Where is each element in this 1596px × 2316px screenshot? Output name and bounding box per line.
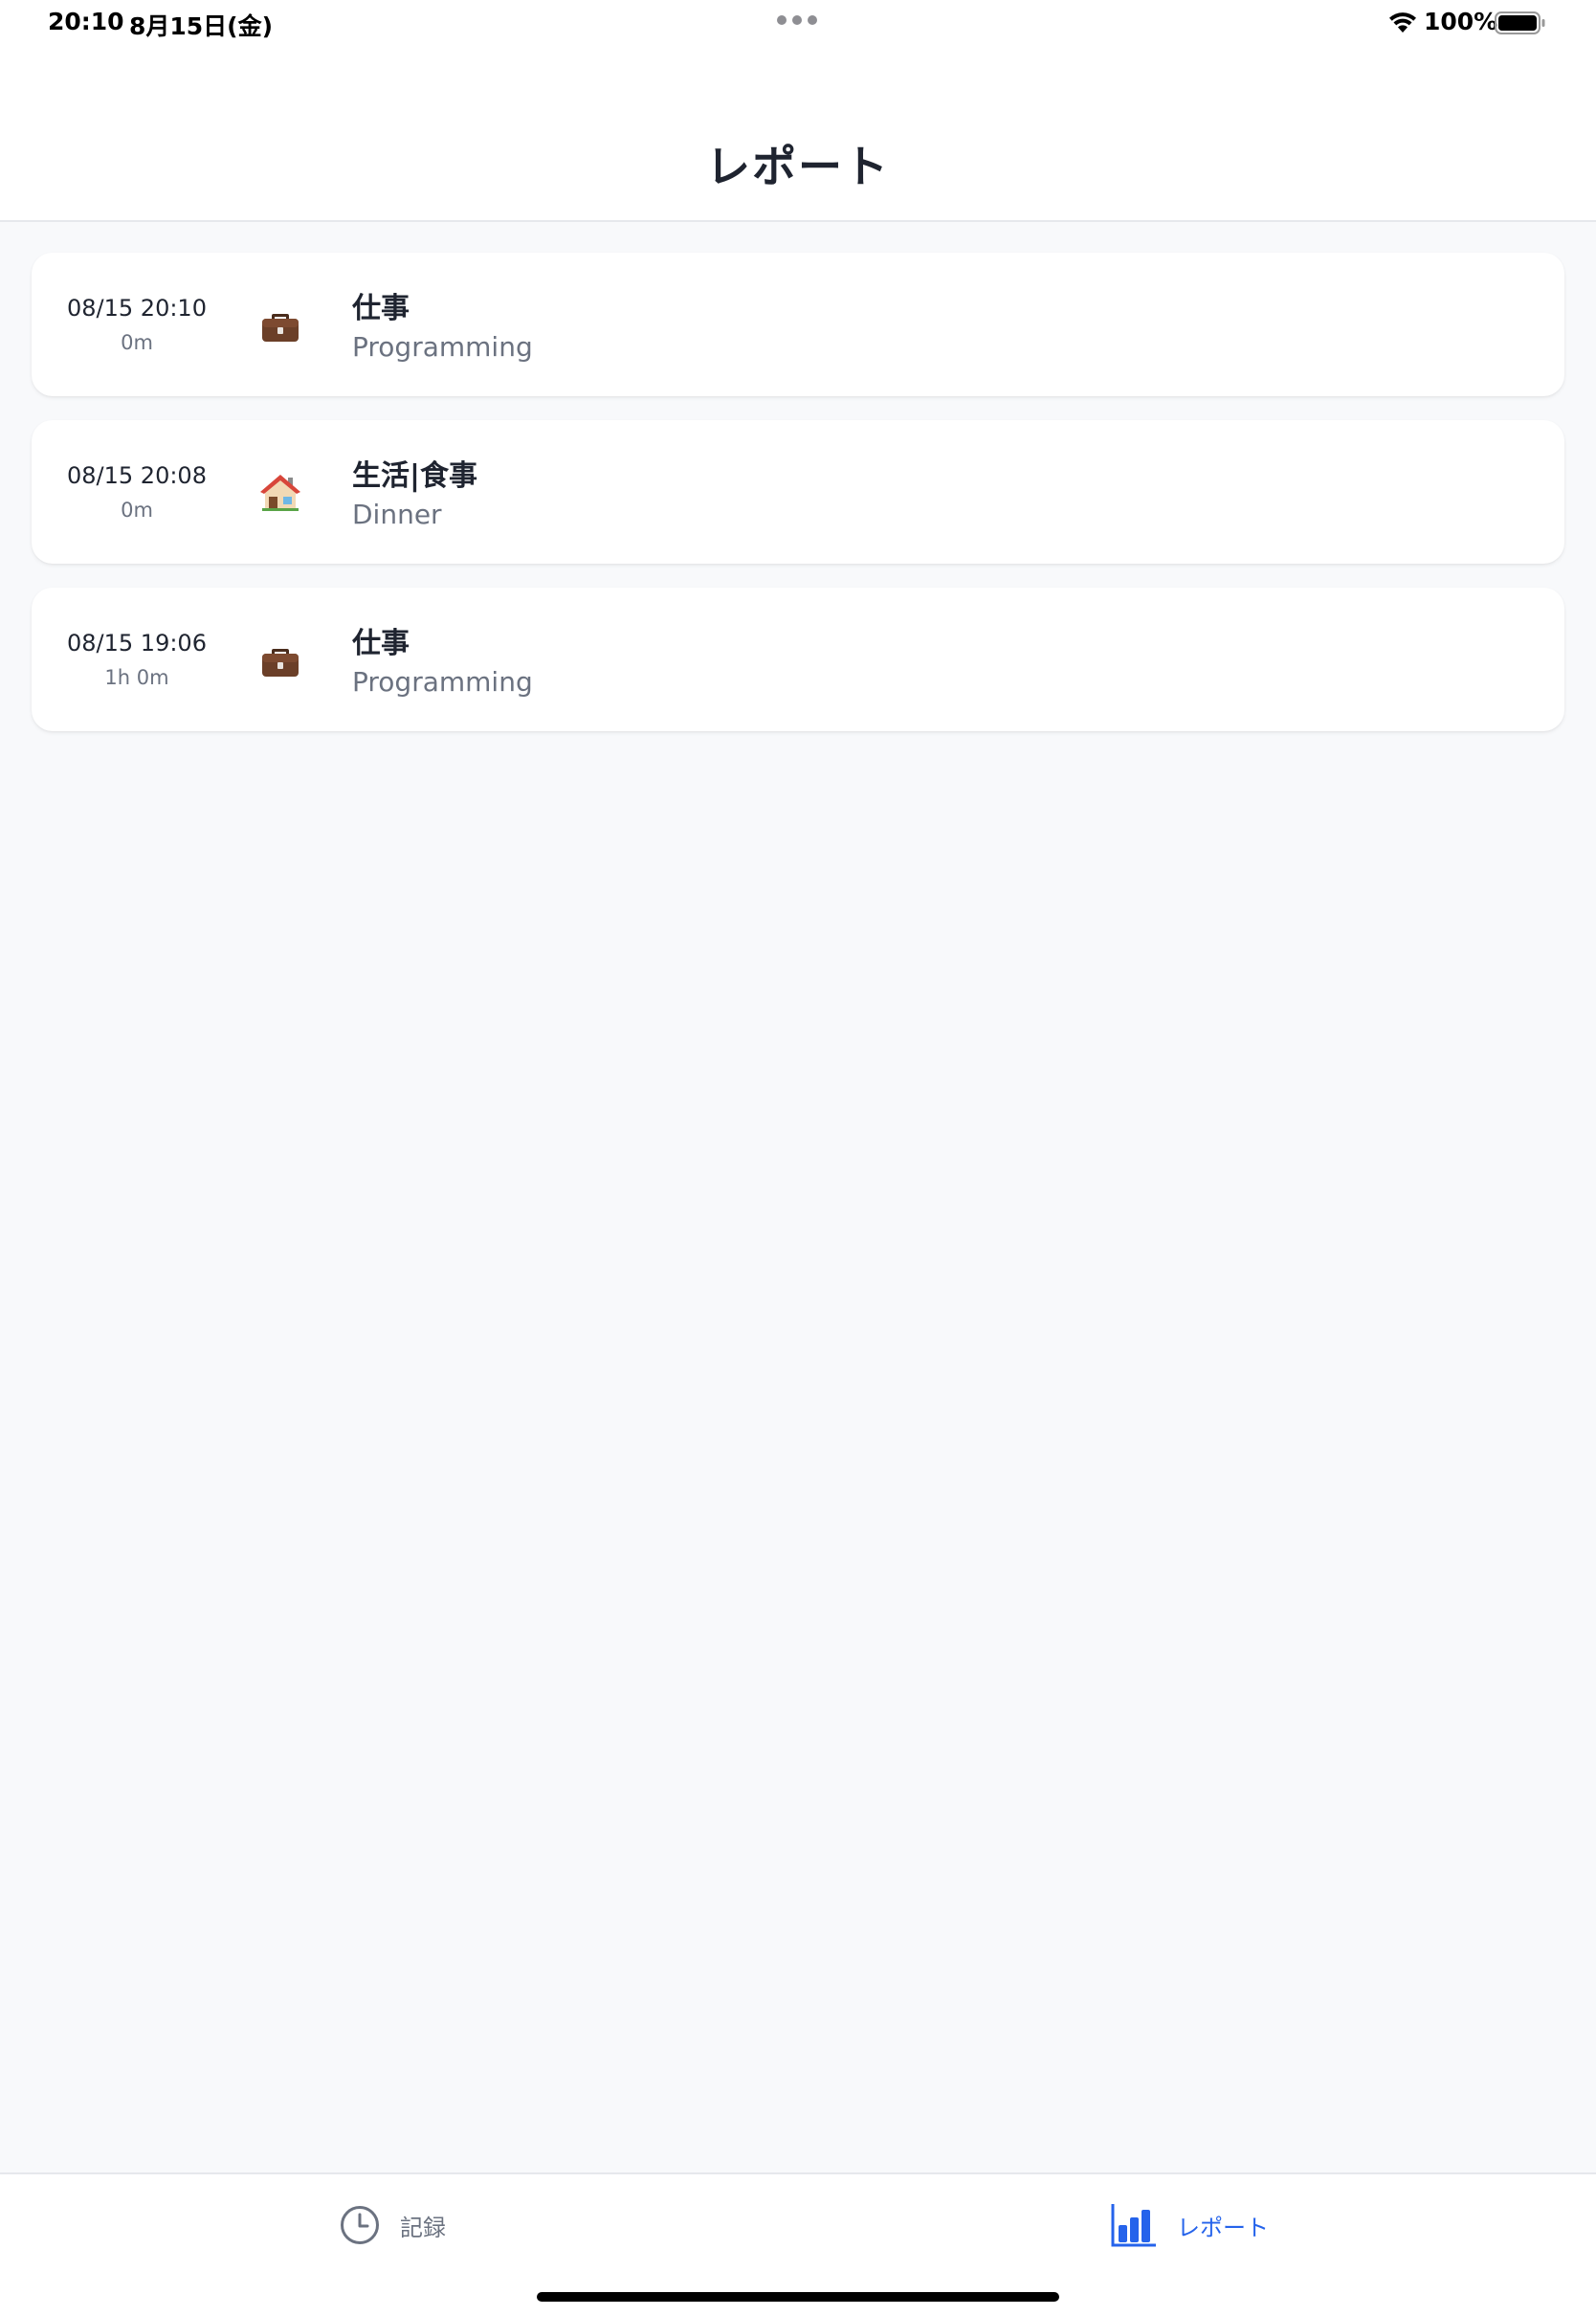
entry-datetime: 08/15 20:08 xyxy=(67,462,207,489)
battery-icon xyxy=(1495,11,1545,34)
entry-task: Programming xyxy=(352,666,533,698)
multitasking-dots-icon[interactable] xyxy=(777,15,817,25)
battery-percentage: 100% xyxy=(1424,8,1498,35)
bar-chart-icon xyxy=(1111,2204,1156,2247)
entry-list: 08/15 20:10 0m 仕事 Programming 08/15 20:0… xyxy=(32,253,1564,755)
entry-category: 仕事 xyxy=(352,292,410,325)
report-screen: 20:10 8月15日(金) 100% レポート 08/15 20:10 0m xyxy=(0,0,1596,2316)
status-time: 20:10 xyxy=(48,8,124,35)
entry-card[interactable]: 08/15 20:10 0m 仕事 Programming xyxy=(32,253,1564,396)
entry-task: Programming xyxy=(352,331,533,363)
entry-category: 生活|食事 xyxy=(352,459,477,493)
entry-duration: 0m xyxy=(121,331,153,354)
entry-card[interactable]: 08/15 19:06 1h 0m 仕事 Programming xyxy=(32,588,1564,731)
wifi-icon xyxy=(1389,12,1416,33)
tab-record-label: 記録 xyxy=(400,2214,446,2241)
status-date: 8月15日(金) xyxy=(129,12,274,40)
entry-duration: 1h 0m xyxy=(104,666,169,689)
briefcase-icon xyxy=(262,314,299,342)
home-indicator[interactable] xyxy=(537,2292,1059,2302)
entry-task: Dinner xyxy=(352,499,442,530)
clock-icon xyxy=(341,2206,379,2244)
entry-duration: 0m xyxy=(121,499,153,522)
header: レポート xyxy=(0,46,1596,222)
tab-bar: 記録 レポート xyxy=(0,2172,1596,2316)
entry-card[interactable]: 08/15 20:08 0m 生活|食事 Dinner xyxy=(32,420,1564,564)
entry-datetime: 08/15 19:06 xyxy=(67,630,207,657)
briefcase-icon xyxy=(262,649,299,677)
entry-datetime: 08/15 20:10 xyxy=(67,295,207,322)
status-bar: 20:10 8月15日(金) 100% xyxy=(0,0,1596,46)
tab-report-label: レポート xyxy=(1177,2214,1269,2241)
tab-report[interactable]: レポート xyxy=(1110,2201,1269,2249)
tab-record[interactable]: 記録 xyxy=(339,2201,446,2249)
house-icon xyxy=(260,475,300,511)
page-title: レポート xyxy=(706,141,890,192)
entry-category: 仕事 xyxy=(352,627,410,660)
